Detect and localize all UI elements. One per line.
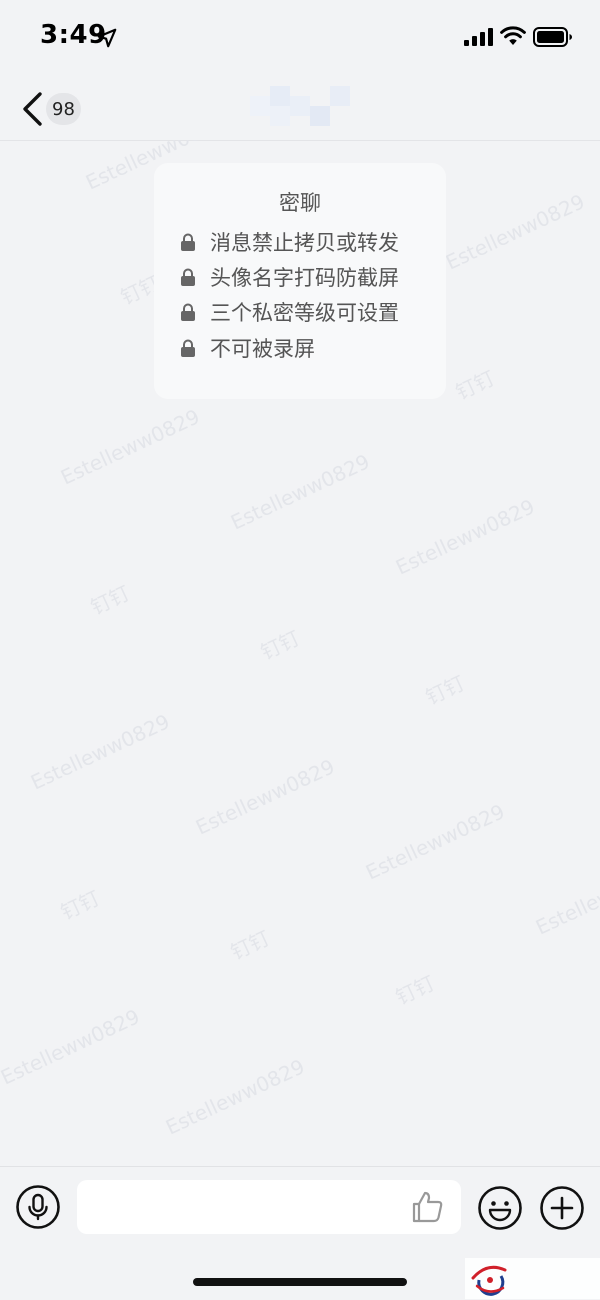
blurred-title-mosaic bbox=[250, 86, 350, 126]
feature-item: 头像名字打码防截屏 bbox=[180, 262, 399, 292]
emoji-icon[interactable] bbox=[477, 1185, 523, 1231]
home-indicator[interactable] bbox=[193, 1278, 407, 1286]
secret-chat-info-card: 密聊 消息禁止拷贝或转发 头像名字打码防截屏 三个私密等级可设置 不可被录屏 bbox=[154, 163, 446, 399]
feature-text: 消息禁止拷贝或转发 bbox=[210, 231, 399, 255]
feature-text: 头像名字打码防截屏 bbox=[210, 266, 399, 290]
lock-icon bbox=[181, 233, 195, 251]
lock-icon bbox=[181, 268, 195, 286]
wifi-icon bbox=[500, 26, 526, 45]
microphone-icon[interactable] bbox=[16, 1185, 60, 1229]
cellular-signal-icon bbox=[464, 28, 493, 46]
site-logo bbox=[465, 1258, 600, 1299]
plus-icon[interactable] bbox=[539, 1185, 585, 1231]
watermark-text: 钉钉 bbox=[227, 926, 273, 965]
nav-bar: 98 bbox=[0, 76, 600, 141]
battery-icon bbox=[533, 27, 572, 47]
feature-item: 三个私密等级可设置 bbox=[180, 297, 399, 327]
watermark-text: 钉钉 bbox=[422, 671, 468, 710]
watermark-text: Estelleww0829 bbox=[227, 449, 373, 534]
feature-item: 不可被录屏 bbox=[180, 333, 315, 363]
watermark-text: Estelleww0829 bbox=[27, 709, 173, 794]
unread-count-badge: 98 bbox=[46, 93, 81, 125]
card-title: 密聊 bbox=[279, 191, 321, 215]
back-button[interactable]: 98 bbox=[20, 89, 81, 129]
lock-icon bbox=[181, 339, 195, 357]
watermark-text: Estelleww0829 bbox=[532, 854, 600, 939]
watermark-text: Estelleww0829 bbox=[162, 1054, 308, 1139]
feature-text: 不可被录屏 bbox=[210, 337, 315, 361]
watermark-text: 钉钉 bbox=[392, 971, 438, 1010]
watermark-text: Estelleww0829 bbox=[192, 754, 338, 839]
watermark-text: Estelleww0829 bbox=[57, 404, 203, 489]
watermark-text: Estelleww0829 bbox=[0, 1004, 143, 1089]
watermark-text: 钉钉 bbox=[57, 886, 103, 925]
lock-icon bbox=[181, 303, 195, 321]
watermark-text: 钉钉 bbox=[452, 366, 498, 405]
feature-item: 消息禁止拷贝或转发 bbox=[180, 227, 399, 257]
watermark-text: 钉钉 bbox=[87, 581, 133, 620]
watermark-text: Estelleww0829 bbox=[442, 189, 588, 274]
message-input[interactable] bbox=[77, 1180, 461, 1234]
watermark-text: Estelleww0829 bbox=[362, 799, 508, 884]
watermark-text: 钉钉 bbox=[257, 626, 303, 665]
location-arrow-icon bbox=[97, 28, 117, 48]
feature-text: 三个私密等级可设置 bbox=[210, 301, 399, 325]
chevron-left-icon bbox=[23, 92, 42, 126]
thumbs-up-icon[interactable] bbox=[410, 1189, 446, 1225]
watermark-text: Estelleww0829 bbox=[392, 494, 538, 579]
